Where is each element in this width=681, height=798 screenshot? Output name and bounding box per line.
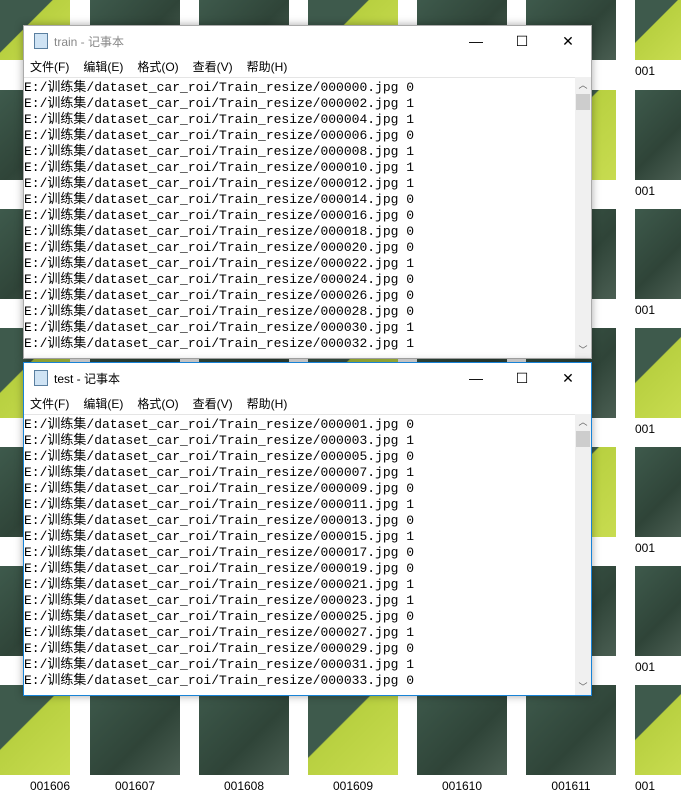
text-line: E:/训练集/dataset_car_roi/Train_resize/0000… xyxy=(24,160,415,175)
text-line: E:/训练集/dataset_car_roi/Train_resize/0000… xyxy=(24,673,415,688)
file-name-label: 001607 xyxy=(114,779,156,793)
text-line: E:/训练集/dataset_car_roi/Train_resize/0000… xyxy=(24,609,415,624)
file-thumbnail[interactable] xyxy=(635,209,681,299)
text-line: E:/训练集/dataset_car_roi/Train_resize/0000… xyxy=(24,128,415,143)
file-thumbnail[interactable] xyxy=(635,566,681,656)
scrollbar-thumb[interactable] xyxy=(576,431,590,447)
scroll-up-button[interactable]: ︿ xyxy=(575,414,591,430)
menu-item[interactable]: 查看(V) xyxy=(193,395,233,412)
text-line: E:/训练集/dataset_car_roi/Train_resize/0000… xyxy=(24,240,415,255)
maximize-button[interactable]: ☐ xyxy=(499,363,545,393)
file-name-label: 001 xyxy=(635,64,656,78)
file-name-label: 001609 xyxy=(332,779,374,793)
menu-item[interactable]: 格式(O) xyxy=(137,58,178,75)
menu-bar: 文件(F) 编辑(E) 格式(O) 查看(V) 帮助(H) xyxy=(24,56,591,76)
file-thumbnail[interactable] xyxy=(635,328,681,418)
text-line: E:/训练集/dataset_car_roi/Train_resize/0000… xyxy=(24,481,415,496)
text-line: E:/训练集/dataset_car_roi/Train_resize/0000… xyxy=(24,577,415,592)
scrollbar-thumb[interactable] xyxy=(576,94,590,110)
file-name-label: 001 xyxy=(635,422,656,436)
text-line: E:/训练集/dataset_car_roi/Train_resize/0000… xyxy=(24,224,415,239)
scroll-down-button[interactable]: ﹀ xyxy=(575,679,591,695)
text-line: E:/训练集/dataset_car_roi/Train_resize/0000… xyxy=(24,192,415,207)
menu-item[interactable]: 帮助(H) xyxy=(247,58,288,75)
menu-item[interactable]: 格式(O) xyxy=(137,395,178,412)
text-line: E:/训练集/dataset_car_roi/Train_resize/0000… xyxy=(24,272,415,287)
vertical-scrollbar[interactable]: ︿ ﹀ xyxy=(575,77,591,358)
file-name-label: 001611 xyxy=(551,779,591,793)
notepad-icon xyxy=(34,33,48,49)
text-editor-area[interactable]: E:/训练集/dataset_car_roi/Train_resize/0000… xyxy=(24,414,575,695)
text-line: E:/训练集/dataset_car_roi/Train_resize/0000… xyxy=(24,497,415,512)
file-thumbnail[interactable] xyxy=(90,685,180,775)
file-thumbnail[interactable] xyxy=(635,90,681,180)
menu-item[interactable]: 文件(F) xyxy=(30,58,69,75)
file-thumbnail[interactable] xyxy=(635,447,681,537)
text-line: E:/训练集/dataset_car_roi/Train_resize/0000… xyxy=(24,657,415,672)
text-line: E:/训练集/dataset_car_roi/Train_resize/0000… xyxy=(24,96,415,111)
vertical-scrollbar[interactable]: ︿ ﹀ xyxy=(575,414,591,695)
text-line: E:/训练集/dataset_car_roi/Train_resize/0000… xyxy=(24,304,415,319)
text-line: E:/训练集/dataset_car_roi/Train_resize/0000… xyxy=(24,449,415,464)
file-name-label: 001608 xyxy=(223,779,265,793)
file-name-label: 001 xyxy=(635,184,656,198)
file-name-label: 001 xyxy=(635,779,656,793)
file-name-label: 001 xyxy=(635,660,656,674)
file-thumbnail[interactable] xyxy=(635,685,681,775)
window-title: test - 记事本 xyxy=(54,371,121,386)
close-button[interactable]: ✕ xyxy=(545,26,591,56)
file-thumbnail[interactable] xyxy=(199,685,289,775)
file-name-label: 001 xyxy=(635,303,656,317)
file-thumbnail[interactable] xyxy=(417,685,507,775)
text-line: E:/训练集/dataset_car_roi/Train_resize/0000… xyxy=(24,417,415,432)
minimize-button[interactable]: — xyxy=(453,363,499,393)
text-line: E:/训练集/dataset_car_roi/Train_resize/0000… xyxy=(24,320,415,335)
minimize-button[interactable]: — xyxy=(453,26,499,56)
train-notepad-window[interactable]: train - 记事本 — ☐ ✕ 文件(F) 编辑(E) 格式(O) 查看(V) 帮助… xyxy=(23,25,592,359)
maximize-button[interactable]: ☐ xyxy=(499,26,545,56)
file-name-label: 001606 xyxy=(29,779,70,793)
text-line: E:/训练集/dataset_car_roi/Train_resize/0000… xyxy=(24,144,415,159)
text-line: E:/训练集/dataset_car_roi/Train_resize/0000… xyxy=(24,465,415,480)
menu-item[interactable]: 编辑(E) xyxy=(83,58,123,75)
window-title: train - 记事本 xyxy=(54,34,125,49)
file-thumbnail[interactable] xyxy=(526,685,616,775)
file-name-label: 001 xyxy=(635,541,656,555)
text-line: E:/训练集/dataset_car_roi/Train_resize/0000… xyxy=(24,513,415,528)
file-thumbnail[interactable] xyxy=(635,0,681,60)
text-line: E:/训练集/dataset_car_roi/Train_resize/0000… xyxy=(24,433,415,448)
text-line: E:/训练集/dataset_car_roi/Train_resize/0000… xyxy=(24,545,415,560)
text-line: E:/训练集/dataset_car_roi/Train_resize/0000… xyxy=(24,336,415,351)
text-line: E:/训练集/dataset_car_roi/Train_resize/0000… xyxy=(24,208,415,223)
text-line: E:/训练集/dataset_car_roi/Train_resize/0000… xyxy=(24,112,415,127)
menu-bar: 文件(F) 编辑(E) 格式(O) 查看(V) 帮助(H) xyxy=(24,393,591,413)
notepad-icon xyxy=(34,370,48,386)
file-thumbnail[interactable] xyxy=(308,685,398,775)
text-line: E:/训练集/dataset_car_roi/Train_resize/0000… xyxy=(24,625,415,640)
scroll-up-button[interactable]: ︿ xyxy=(575,77,591,93)
menu-item[interactable]: 查看(V) xyxy=(193,58,233,75)
menu-item[interactable]: 文件(F) xyxy=(30,395,69,412)
text-line: E:/训练集/dataset_car_roi/Train_resize/0000… xyxy=(24,288,415,303)
file-thumbnail[interactable] xyxy=(0,685,70,775)
text-line: E:/训练集/dataset_car_roi/Train_resize/0000… xyxy=(24,256,415,271)
scroll-down-button[interactable]: ﹀ xyxy=(575,342,591,358)
text-line: E:/训练集/dataset_car_roi/Train_resize/0000… xyxy=(24,561,415,576)
menu-item[interactable]: 帮助(H) xyxy=(247,395,288,412)
text-editor-area[interactable]: E:/训练集/dataset_car_roi/Train_resize/0000… xyxy=(24,77,575,358)
file-name-label: 001610 xyxy=(441,779,483,793)
menu-item[interactable]: 编辑(E) xyxy=(83,395,123,412)
text-line: E:/训练集/dataset_car_roi/Train_resize/0000… xyxy=(24,529,415,544)
text-line: E:/训练集/dataset_car_roi/Train_resize/0000… xyxy=(24,176,415,191)
text-line: E:/训练集/dataset_car_roi/Train_resize/0000… xyxy=(24,641,415,656)
text-line: E:/训练集/dataset_car_roi/Train_resize/0000… xyxy=(24,593,415,608)
test-notepad-window[interactable]: test - 记事本 — ☐ ✕ 文件(F) 编辑(E) 格式(O) 查看(V) 帮助(… xyxy=(23,362,592,696)
close-button[interactable]: ✕ xyxy=(545,363,591,393)
text-line: E:/训练集/dataset_car_roi/Train_resize/0000… xyxy=(24,80,415,95)
